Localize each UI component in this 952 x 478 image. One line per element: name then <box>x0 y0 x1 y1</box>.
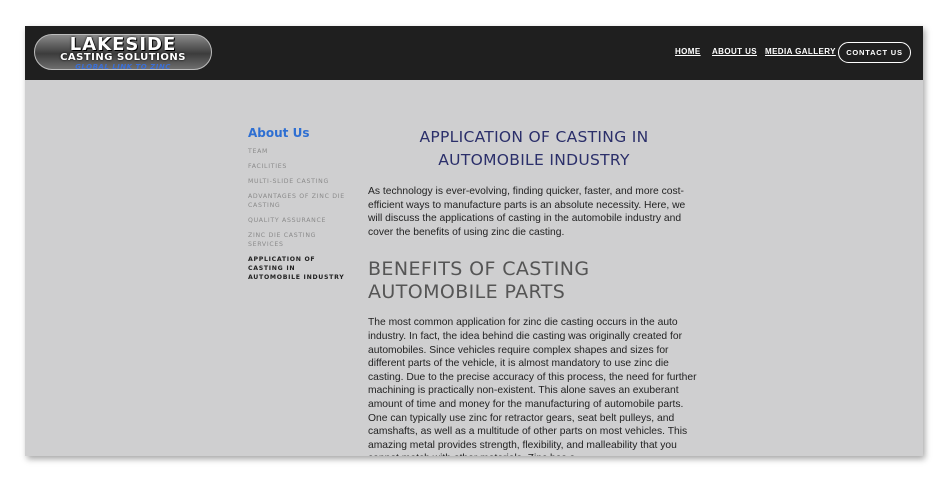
body-paragraph: The most common application for zinc die… <box>368 317 697 456</box>
main-content: APPLICATION OF CASTING IN AUTOMOBILE IND… <box>368 126 700 456</box>
logo-tagline: GLOBAL LINK TO ZINC <box>75 63 171 71</box>
sidebar-item-advantages[interactable]: ADVANTAGES OF ZINC DIE CASTING <box>248 192 348 210</box>
section-heading: BENEFITS OF CASTING AUTOMOBILE PARTS <box>368 258 590 303</box>
sidebar-item-quality-assurance[interactable]: QUALITY ASSURANCE <box>248 216 348 225</box>
browser-page: LAKESIDE CASTING SOLUTIONS GLOBAL LINK T… <box>25 26 923 456</box>
sidebar: About Us TEAM FACILITIES MULTI-SLIDE CAS… <box>248 126 348 288</box>
nav-home[interactable]: HOME <box>675 47 701 56</box>
intro-paragraph: As technology is ever-evolving, finding … <box>368 186 686 238</box>
contact-us-button[interactable]: CONTACT US <box>838 42 911 63</box>
page-title: APPLICATION OF CASTING IN AUTOMOBILE IND… <box>419 128 649 169</box>
site-header: LAKESIDE CASTING SOLUTIONS GLOBAL LINK T… <box>25 26 923 80</box>
sidebar-item-zinc-services[interactable]: ZINC DIE CASTING SERVICES <box>248 231 348 249</box>
logo-subtitle: CASTING SOLUTIONS <box>60 52 186 63</box>
sidebar-item-facilities[interactable]: FACILITIES <box>248 162 348 171</box>
sidebar-item-multi-slide-casting[interactable]: MULTI-SLIDE CASTING <box>248 177 348 186</box>
sidebar-title[interactable]: About Us <box>248 126 348 140</box>
nav-media-gallery[interactable]: MEDIA GALLERY <box>765 47 836 56</box>
sidebar-item-application-active[interactable]: APPLICATION OF CASTING IN AUTOMOBILE IND… <box>248 255 348 282</box>
nav-about-us[interactable]: ABOUT US <box>712 47 757 56</box>
site-logo[interactable]: LAKESIDE CASTING SOLUTIONS GLOBAL LINK T… <box>34 34 212 71</box>
sidebar-item-team[interactable]: TEAM <box>248 147 348 156</box>
